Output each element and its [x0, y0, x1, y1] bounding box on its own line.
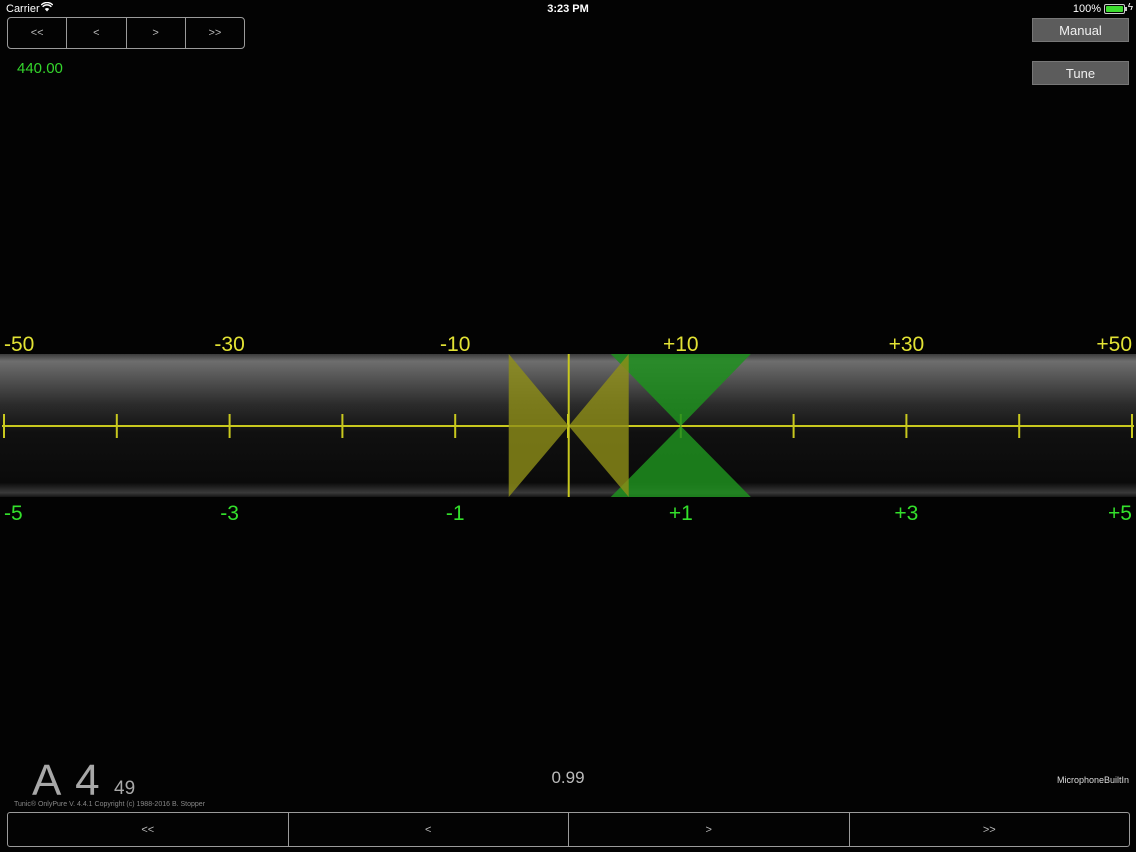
battery-percent: 100% [1072, 3, 1101, 15]
cents-label: -50 [4, 333, 34, 356]
bottom-next-button[interactable]: > [569, 813, 850, 846]
reference-frequency: 440.00 [17, 60, 63, 77]
manual-button[interactable]: Manual [1032, 18, 1129, 42]
tuning-meter: -50 -30 -10 +10 +30 +50 -5 -3 -1 +1 +3 +5 [0, 333, 1136, 525]
top-next-button[interactable]: > [127, 18, 186, 48]
status-bar: Carrier 3:23 PM 100% ϟ [0, 0, 1136, 18]
status-time: 3:23 PM [547, 3, 589, 15]
clarity-value: 0.99 [551, 768, 585, 787]
bottom-first-button[interactable]: << [8, 813, 289, 846]
hz-label: -5 [4, 502, 23, 525]
cents-label: +30 [889, 333, 925, 356]
hz-label: -3 [220, 502, 239, 525]
copyright-text: Tunic® OnlyPure V. 4.4.1 Copyright (c) 1… [14, 801, 206, 808]
cents-label: -10 [440, 333, 470, 356]
top-previous-button[interactable]: < [67, 18, 127, 48]
hz-label: +1 [669, 502, 693, 525]
top-first-button[interactable]: << [8, 18, 68, 48]
top-note-navigation: << < > >> [7, 17, 245, 49]
charging-bolt-icon: ϟ [1127, 2, 1133, 13]
battery-icon [1104, 4, 1127, 14]
bottom-last-button[interactable]: >> [850, 813, 1130, 846]
hz-label: -1 [446, 502, 465, 525]
cents-label: -30 [214, 333, 244, 356]
cents-label: +50 [1096, 333, 1132, 356]
input-source: MicrophoneBuiltIn [1056, 775, 1129, 785]
hz-label: +3 [894, 502, 918, 525]
cents-label: +10 [663, 333, 699, 356]
tune-button[interactable]: Tune [1032, 61, 1129, 85]
bottom-previous-button[interactable]: < [289, 813, 569, 846]
hz-label: +5 [1108, 502, 1132, 525]
top-last-button[interactable]: >> [186, 18, 244, 48]
bottom-note-navigation: << < > >> [7, 812, 1130, 847]
